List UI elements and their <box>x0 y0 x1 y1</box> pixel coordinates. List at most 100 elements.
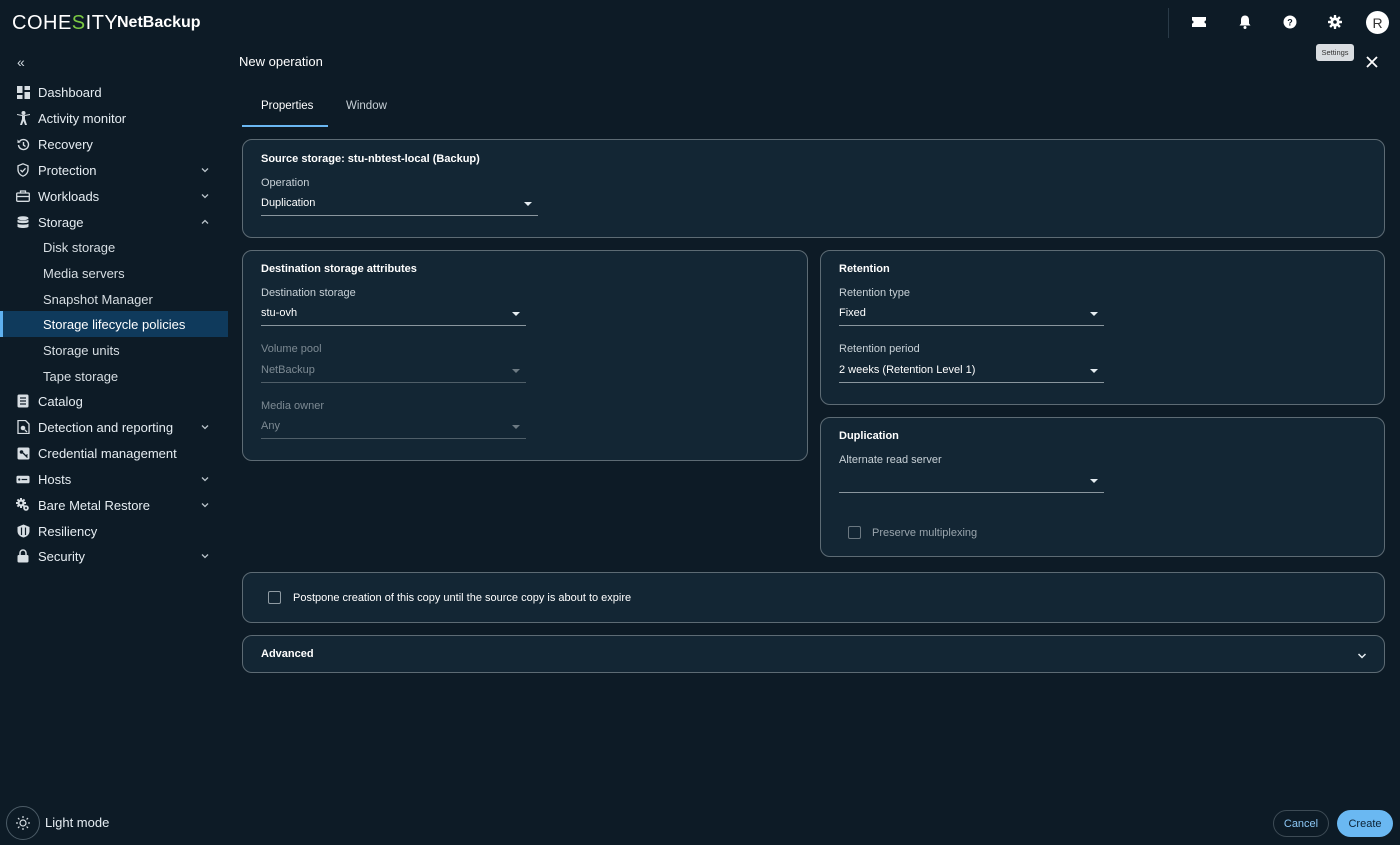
user-avatar[interactable]: R <box>1366 11 1389 34</box>
sidebar-item-tape-storage[interactable]: Tape storage <box>0 363 228 389</box>
tickets-icon[interactable] <box>1190 13 1208 31</box>
postpone-card: Postpone creation of this copy until the… <box>242 572 1385 623</box>
alternate-read-server-select[interactable] <box>839 471 1104 493</box>
recovery-icon <box>16 137 30 151</box>
chevron-down-icon <box>200 551 210 561</box>
duplication-title: Duplication <box>839 430 899 442</box>
sidebar-item-label: Tape storage <box>43 369 118 384</box>
tab-properties[interactable]: Properties <box>261 100 313 128</box>
destination-storage-value: stu-ovh <box>261 307 297 319</box>
sidebar-item-label: Storage units <box>43 343 120 358</box>
hosts-icon <box>16 472 30 486</box>
chevron-down-icon <box>200 500 210 510</box>
dropdown-arrow-icon <box>512 312 520 316</box>
sidebar-item-resiliency[interactable]: Resiliency <box>0 518 228 544</box>
cohesity-logo: COHESITY <box>12 12 118 35</box>
sidebar-item-credential-management[interactable]: Credential management <box>0 440 228 466</box>
volume-pool-value: NetBackup <box>261 364 315 376</box>
media-owner-select[interactable]: Any <box>261 417 526 439</box>
duplication-card: Duplication Alternate read server Preser… <box>820 417 1385 557</box>
product-name: NetBackup <box>117 14 201 32</box>
retention-title: Retention <box>839 263 890 275</box>
shield-icon <box>16 163 30 177</box>
collapse-sidebar-icon[interactable]: « <box>17 54 25 70</box>
retention-type-value: Fixed <box>839 307 866 319</box>
dropdown-arrow-icon <box>512 425 520 429</box>
destination-storage-label: Destination storage <box>261 287 356 299</box>
retention-period-select[interactable]: 2 weeks (Retention Level 1) <box>839 361 1104 383</box>
chevron-down-icon[interactable] <box>1356 650 1368 662</box>
chevron-down-icon <box>200 474 210 484</box>
lock-icon <box>16 549 30 563</box>
credential-icon <box>16 446 30 460</box>
sidebar-item-detection-and-reporting[interactable]: Detection and reporting <box>0 414 228 440</box>
advanced-title: Advanced <box>261 648 314 660</box>
sidebar-item-activity-monitor[interactable]: Activity monitor <box>0 105 228 131</box>
sidebar-item-label: Media servers <box>43 266 125 281</box>
sun-icon <box>15 815 31 831</box>
chevron-up-icon <box>200 217 210 227</box>
top-bar: COHESITY NetBackup ? R Settings <box>0 0 1400 46</box>
sidebar-item-label: Recovery <box>38 137 93 152</box>
dropdown-arrow-icon <box>512 369 520 373</box>
destination-storage-card: Destination storage attributes Destinati… <box>242 250 808 461</box>
sidebar-item-label: Catalog <box>38 394 83 409</box>
volume-pool-select[interactable]: NetBackup <box>261 361 526 383</box>
operation-value: Duplication <box>261 197 315 209</box>
sidebar-item-storage[interactable]: Storage <box>0 209 228 235</box>
sidebar-item-label: Storage <box>38 215 84 230</box>
help-icon[interactable]: ? <box>1281 13 1299 31</box>
preserve-multiplexing-checkbox[interactable] <box>848 526 861 539</box>
postpone-checkbox[interactable] <box>268 591 281 604</box>
destination-title: Destination storage attributes <box>261 263 417 275</box>
sidebar-item-recovery[interactable]: Recovery <box>0 131 228 157</box>
sidebar-item-label: Detection and reporting <box>38 420 173 435</box>
sidebar-item-label: Credential management <box>38 446 177 461</box>
workloads-icon <box>16 189 30 203</box>
sidebar-item-protection[interactable]: Protection <box>0 157 228 183</box>
bmr-icon <box>16 498 30 512</box>
source-storage-title: Source storage: stu-nbtest-local (Backup… <box>261 153 480 165</box>
tab-window[interactable]: Window <box>346 100 387 128</box>
volume-pool-label: Volume pool <box>261 343 322 355</box>
postpone-label: Postpone creation of this copy until the… <box>293 592 631 604</box>
sidebar-item-hosts[interactable]: Hosts <box>0 466 228 492</box>
sidebar-item-disk-storage[interactable]: Disk storage <box>0 234 228 260</box>
sidebar-item-label: Hosts <box>38 472 71 487</box>
activity-icon <box>16 111 30 125</box>
gear-icon[interactable] <box>1326 13 1344 31</box>
advanced-section[interactable]: Advanced <box>242 635 1385 673</box>
sidebar-item-dashboard[interactable]: Dashboard <box>0 79 228 105</box>
sidebar-item-media-servers[interactable]: Media servers <box>0 260 228 286</box>
sidebar-item-security[interactable]: Security <box>0 543 228 569</box>
sidebar-item-catalog[interactable]: Catalog <box>0 388 228 414</box>
dashboard-icon <box>16 85 30 99</box>
retention-type-label: Retention type <box>839 287 910 299</box>
bell-icon[interactable] <box>1236 13 1254 31</box>
dropdown-arrow-icon <box>1090 479 1098 483</box>
sidebar-item-storage-units[interactable]: Storage units <box>0 337 228 363</box>
dropdown-arrow-icon <box>1090 369 1098 373</box>
media-owner-label: Media owner <box>261 400 324 412</box>
destination-storage-select[interactable]: stu-ovh <box>261 304 526 326</box>
sidebar-item-label: Dashboard <box>38 85 102 100</box>
sidebar-item-label: Security <box>38 549 85 564</box>
operation-select[interactable]: Duplication <box>261 194 538 216</box>
sidebar-item-label: Protection <box>38 163 97 178</box>
media-owner-value: Any <box>261 420 280 432</box>
resiliency-icon <box>16 524 30 538</box>
sidebar-item-storage-lifecycle-policies[interactable]: Storage lifecycle policies <box>0 311 228 337</box>
cancel-button[interactable]: Cancel <box>1273 810 1329 837</box>
sidebar-item-bare-metal-restore[interactable]: Bare Metal Restore <box>0 492 228 518</box>
operation-label: Operation <box>261 177 309 189</box>
close-icon[interactable] <box>1364 54 1380 70</box>
sidebar-item-snapshot-manager[interactable]: Snapshot Manager <box>0 286 228 312</box>
retention-type-select[interactable]: Fixed <box>839 304 1104 326</box>
tab-active-indicator <box>242 125 328 127</box>
sidebar: « Dashboard Activity monitor Recovery Pr… <box>0 46 228 845</box>
light-mode-toggle[interactable] <box>6 806 40 840</box>
alternate-read-server-label: Alternate read server <box>839 454 942 466</box>
sidebar-item-workloads[interactable]: Workloads <box>0 183 228 209</box>
create-button[interactable]: Create <box>1337 810 1393 837</box>
chevron-down-icon <box>200 422 210 432</box>
